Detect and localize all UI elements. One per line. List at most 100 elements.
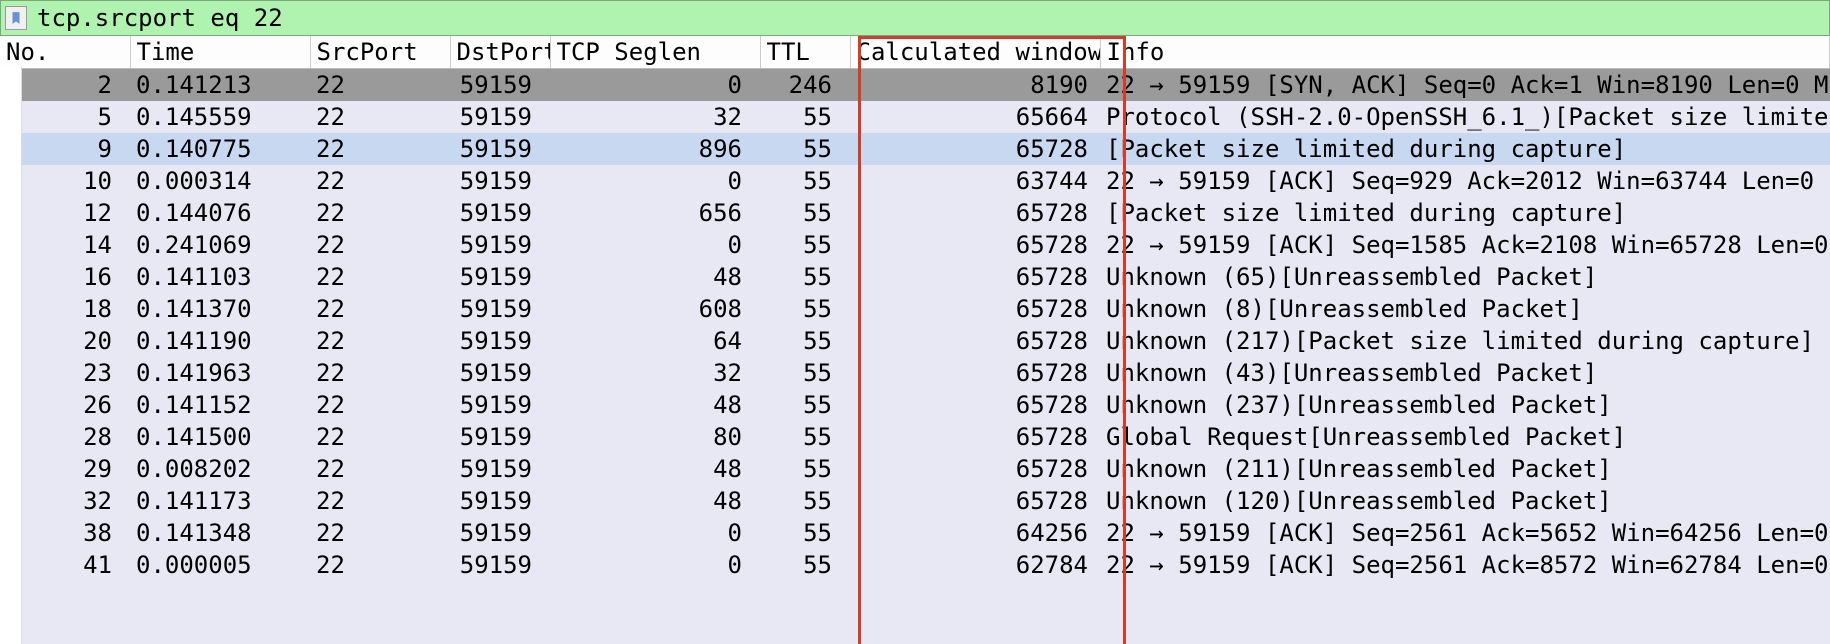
cell-ttl: 55 xyxy=(760,421,850,453)
cell-info: Global Request[Unreassembled Packet] xyxy=(1100,421,1830,453)
cell-ttl: 55 xyxy=(760,517,850,549)
cell-dstport: 59159 xyxy=(450,133,550,165)
cell-calcwin: 65728 xyxy=(850,389,1100,421)
cell-ttl: 55 xyxy=(760,293,850,325)
cell-info: [Packet size limited during capture] xyxy=(1100,197,1830,229)
cell-seglen: 32 xyxy=(550,101,760,133)
col-header-seglen[interactable]: TCP Seglen xyxy=(550,36,760,69)
col-header-srcport[interactable]: SrcPort xyxy=(310,36,450,69)
table-row[interactable]: 50.1455592259159325565664Protocol (SSH-2… xyxy=(0,101,1830,133)
bookmark-icon[interactable] xyxy=(5,6,27,30)
cell-seglen: 64 xyxy=(550,325,760,357)
cell-seglen: 0 xyxy=(550,69,760,102)
cell-seglen: 0 xyxy=(550,549,760,581)
cell-dstport: 59159 xyxy=(450,485,550,517)
packet-list-table: No. Time SrcPort DstPort TCP Seglen TTL … xyxy=(0,36,1830,581)
packet-list-header-row[interactable]: No. Time SrcPort DstPort TCP Seglen TTL … xyxy=(0,36,1830,69)
col-header-dstport[interactable]: DstPort xyxy=(450,36,550,69)
cell-dstport: 59159 xyxy=(450,69,550,102)
cell-time: 0.141213 xyxy=(130,69,310,102)
table-row[interactable]: 320.1411732259159485565728Unknown (120)[… xyxy=(0,485,1830,517)
cell-info: Unknown (211)[Unreassembled Packet] xyxy=(1100,453,1830,485)
cell-time: 0.000005 xyxy=(130,549,310,581)
cell-calcwin: 65728 xyxy=(850,325,1100,357)
table-row[interactable]: 410.00000522591590556278422 → 59159 [ACK… xyxy=(0,549,1830,581)
cell-ttl: 55 xyxy=(760,389,850,421)
cell-dstport: 59159 xyxy=(450,453,550,485)
cell-time: 0.008202 xyxy=(130,453,310,485)
cell-calcwin: 65664 xyxy=(850,101,1100,133)
cell-info: 22 → 59159 [ACK] Seq=929 Ack=2012 Win=63… xyxy=(1100,165,1830,197)
table-row[interactable]: 290.0082022259159485565728Unknown (211)[… xyxy=(0,453,1830,485)
cell-seglen: 32 xyxy=(550,357,760,389)
cell-srcport: 22 xyxy=(310,325,450,357)
cell-srcport: 22 xyxy=(310,485,450,517)
cell-calcwin: 65728 xyxy=(850,453,1100,485)
cell-seglen: 48 xyxy=(550,485,760,517)
cell-ttl: 55 xyxy=(760,197,850,229)
cell-seglen: 0 xyxy=(550,165,760,197)
cell-srcport: 22 xyxy=(310,69,450,102)
display-filter-input[interactable] xyxy=(33,2,1825,34)
cell-info: 22 → 59159 [SYN, ACK] Seq=0 Ack=1 Win=81… xyxy=(1100,69,1830,102)
cell-ttl: 55 xyxy=(760,453,850,485)
cell-time: 0.141370 xyxy=(130,293,310,325)
cell-ttl: 55 xyxy=(760,325,850,357)
col-header-calcwin[interactable]: Calculated window xyxy=(850,36,1100,69)
cell-calcwin: 65728 xyxy=(850,261,1100,293)
cell-dstport: 59159 xyxy=(450,549,550,581)
cell-ttl: 55 xyxy=(760,549,850,581)
cell-info: Protocol (SSH-2.0-OpenSSH_6.1_)[Packet s… xyxy=(1100,101,1830,133)
cell-info: Unknown (65)[Unreassembled Packet] xyxy=(1100,261,1830,293)
cell-dstport: 59159 xyxy=(450,165,550,197)
packet-list-gutter xyxy=(0,66,22,644)
packet-list-pane[interactable]: No. Time SrcPort DstPort TCP Seglen TTL … xyxy=(0,36,1830,644)
cell-seglen: 48 xyxy=(550,453,760,485)
table-row[interactable]: 230.1419632259159325565728Unknown (43)[U… xyxy=(0,357,1830,389)
col-header-no[interactable]: No. xyxy=(0,36,130,69)
cell-dstport: 59159 xyxy=(450,101,550,133)
cell-time: 0.141348 xyxy=(130,517,310,549)
table-row[interactable]: 180.14137022591596085565728Unknown (8)[U… xyxy=(0,293,1830,325)
cell-ttl: 55 xyxy=(760,101,850,133)
cell-seglen: 0 xyxy=(550,517,760,549)
table-row[interactable]: 20.14121322591590246819022 → 59159 [SYN,… xyxy=(0,69,1830,102)
cell-calcwin: 64256 xyxy=(850,517,1100,549)
cell-srcport: 22 xyxy=(310,549,450,581)
cell-srcport: 22 xyxy=(310,261,450,293)
cell-calcwin: 63744 xyxy=(850,165,1100,197)
cell-info: Unknown (43)[Unreassembled Packet] xyxy=(1100,357,1830,389)
cell-dstport: 59159 xyxy=(450,389,550,421)
table-row[interactable]: 100.00031422591590556374422 → 59159 [ACK… xyxy=(0,165,1830,197)
cell-dstport: 59159 xyxy=(450,517,550,549)
cell-info: Unknown (237)[Unreassembled Packet] xyxy=(1100,389,1830,421)
cell-seglen: 48 xyxy=(550,389,760,421)
cell-calcwin: 8190 xyxy=(850,69,1100,102)
cell-srcport: 22 xyxy=(310,197,450,229)
cell-ttl: 55 xyxy=(760,485,850,517)
cell-srcport: 22 xyxy=(310,389,450,421)
cell-calcwin: 62784 xyxy=(850,549,1100,581)
cell-dstport: 59159 xyxy=(450,197,550,229)
table-row[interactable]: 280.1415002259159805565728Global Request… xyxy=(0,421,1830,453)
cell-dstport: 59159 xyxy=(450,421,550,453)
cell-seglen: 48 xyxy=(550,261,760,293)
cell-seglen: 80 xyxy=(550,421,760,453)
col-header-ttl[interactable]: TTL xyxy=(760,36,850,69)
table-row[interactable]: 160.1411032259159485565728Unknown (65)[U… xyxy=(0,261,1830,293)
col-header-info[interactable]: Info xyxy=(1100,36,1830,69)
table-row[interactable]: 120.14407622591596565565728[Packet size … xyxy=(0,197,1830,229)
cell-srcport: 22 xyxy=(310,517,450,549)
cell-dstport: 59159 xyxy=(450,357,550,389)
cell-time: 0.141190 xyxy=(130,325,310,357)
cell-info: 22 → 59159 [ACK] Seq=2561 Ack=8572 Win=6… xyxy=(1100,549,1830,581)
col-header-time[interactable]: Time xyxy=(130,36,310,69)
table-row[interactable]: 140.24106922591590556572822 → 59159 [ACK… xyxy=(0,229,1830,261)
table-row[interactable]: 90.14077522591598965565728[Packet size l… xyxy=(0,133,1830,165)
cell-ttl: 55 xyxy=(760,261,850,293)
table-row[interactable]: 200.1411902259159645565728Unknown (217)[… xyxy=(0,325,1830,357)
table-row[interactable]: 260.1411522259159485565728Unknown (237)[… xyxy=(0,389,1830,421)
table-row[interactable]: 380.14134822591590556425622 → 59159 [ACK… xyxy=(0,517,1830,549)
cell-srcport: 22 xyxy=(310,421,450,453)
cell-calcwin: 65728 xyxy=(850,293,1100,325)
